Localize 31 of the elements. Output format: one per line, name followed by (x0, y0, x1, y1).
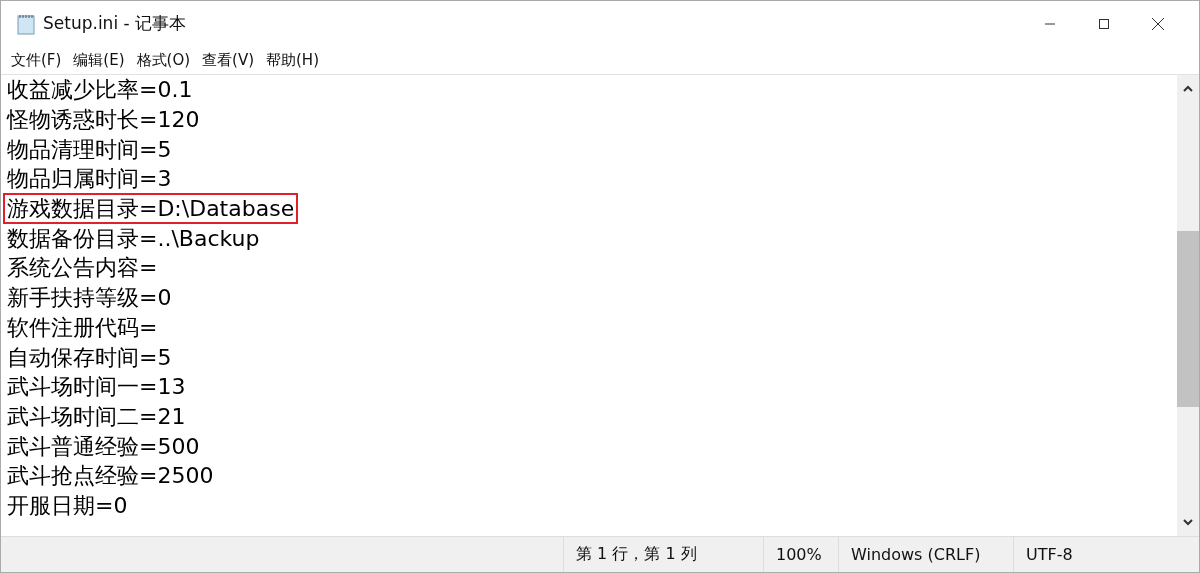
text-line: 怪物诱惑时长=120 (5, 106, 201, 135)
menu-item[interactable]: 编辑(E) (67, 50, 131, 70)
text-line: 开服日期=0 (6, 491, 129, 520)
line-ending: Windows (CRLF) (851, 545, 981, 564)
menu-item[interactable]: 查看(V) (196, 50, 260, 70)
text-line: 自动保存时间=5 (6, 343, 173, 372)
close-icon[interactable] (1151, 16, 1165, 31)
scrollbar-thumb[interactable] (1177, 231, 1199, 407)
menu-item[interactable]: 帮助(H) (260, 50, 325, 70)
cursor-position: 第 1 行，第 1 列 (576, 544, 697, 565)
text-line: 新手扶持等级=0 (6, 284, 173, 313)
text-line: 武斗场时间二=21 (6, 402, 187, 431)
window-title: Setup.ini - 记事本 (43, 12, 187, 35)
text-line: 武斗场时间一=13 (6, 373, 187, 402)
text-line: 武斗普通经验=500 (6, 432, 201, 461)
text-line: 系统公告内容= (6, 254, 159, 283)
scroll-down-icon[interactable] (1183, 518, 1193, 526)
text-line: 收益减少比率=0.1 (6, 76, 194, 105)
zoom-level: 100% (776, 545, 822, 564)
notepad-icon (15, 12, 37, 35)
scroll-up-icon[interactable] (1183, 85, 1193, 93)
menu-item[interactable]: 格式(O) (130, 50, 197, 70)
text-line: 数据备份目录=..\Backup (6, 224, 261, 253)
text-line: 软件注册代码= (6, 313, 159, 342)
text-line: 物品归属时间=3 (6, 165, 173, 194)
scrollbar[interactable] (1177, 75, 1199, 536)
menu-item[interactable]: 文件(F) (5, 50, 68, 70)
maximize-icon[interactable] (1098, 17, 1110, 30)
text-line: 武斗抢点经验=2500 (6, 462, 215, 491)
encoding: UTF-8 (1026, 545, 1073, 564)
text-line: 物品清理时间=5 (6, 135, 173, 164)
